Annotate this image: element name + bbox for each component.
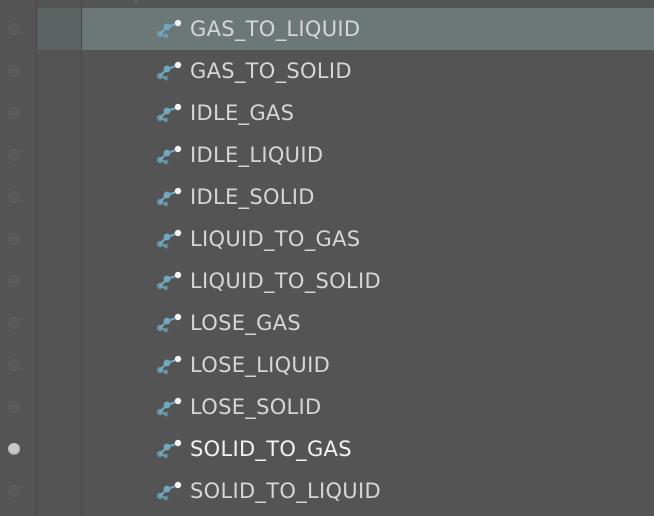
tree-row-label: LOSE_SOLID [190, 395, 322, 419]
tree-row-label: IDLE_SOLID [190, 185, 315, 209]
state-machine-icon [156, 61, 182, 81]
visibility-toggle[interactable] [8, 149, 20, 161]
state-machine-icon [156, 481, 182, 501]
visibility-toggle[interactable] [8, 359, 20, 371]
panel-header-edge [0, 0, 654, 8]
tree-list: GAS_TO_LIQUID GAS_TO_SOLID IDLE_GAS IDLE… [0, 8, 654, 512]
tree-row-label: LOSE_GAS [190, 311, 301, 335]
visibility-toggle[interactable] [8, 317, 20, 329]
visibility-toggle[interactable] [8, 23, 20, 35]
tree-row[interactable]: SOLID_TO_GAS [0, 428, 654, 470]
tree-row[interactable]: GAS_TO_SOLID [0, 50, 654, 92]
tree-row-label: LIQUID_TO_GAS [190, 227, 361, 251]
visibility-toggle[interactable] [8, 485, 20, 497]
outliner-panel: GAS_TO_LIQUID GAS_TO_SOLID IDLE_GAS IDLE… [0, 0, 654, 516]
state-machine-icon [156, 103, 182, 123]
tree-row[interactable]: SOLID_TO_LIQUID [0, 470, 654, 512]
tree-row[interactable]: IDLE_LIQUID [0, 134, 654, 176]
state-machine-icon [156, 355, 182, 375]
visibility-toggle[interactable] [8, 443, 20, 455]
tree-row[interactable]: LOSE_GAS [0, 302, 654, 344]
tree-row[interactable]: IDLE_GAS [0, 92, 654, 134]
tree-row-label: SOLID_TO_LIQUID [190, 479, 381, 503]
tree-row-label: IDLE_GAS [190, 101, 295, 125]
tree-row-label: IDLE_LIQUID [190, 143, 324, 167]
state-machine-icon [156, 271, 182, 291]
tree-row[interactable]: LOSE_SOLID [0, 386, 654, 428]
state-machine-icon [156, 439, 182, 459]
visibility-toggle[interactable] [8, 65, 20, 77]
tree-row[interactable]: LIQUID_TO_GAS [0, 218, 654, 260]
visibility-toggle[interactable] [8, 191, 20, 203]
tree-row-label: GAS_TO_LIQUID [190, 17, 361, 41]
state-machine-icon [156, 145, 182, 165]
tree-row[interactable]: LOSE_LIQUID [0, 344, 654, 386]
tree-row-label: SOLID_TO_GAS [190, 437, 352, 461]
tree-row[interactable]: IDLE_SOLID [0, 176, 654, 218]
visibility-toggle[interactable] [8, 401, 20, 413]
visibility-toggle[interactable] [8, 107, 20, 119]
header-tick [135, 0, 137, 3]
tree-row[interactable]: GAS_TO_LIQUID [0, 8, 654, 50]
state-machine-icon [156, 187, 182, 207]
tree-row[interactable]: LIQUID_TO_SOLID [0, 260, 654, 302]
state-machine-icon [156, 397, 182, 417]
tree-row-label: GAS_TO_SOLID [190, 59, 352, 83]
tree-row-label: LOSE_LIQUID [190, 353, 331, 377]
visibility-toggle[interactable] [8, 275, 20, 287]
tree-row-label: LIQUID_TO_SOLID [190, 269, 381, 293]
state-machine-icon [156, 313, 182, 333]
state-machine-icon [156, 229, 182, 249]
visibility-toggle[interactable] [8, 233, 20, 245]
state-machine-icon [156, 19, 182, 39]
